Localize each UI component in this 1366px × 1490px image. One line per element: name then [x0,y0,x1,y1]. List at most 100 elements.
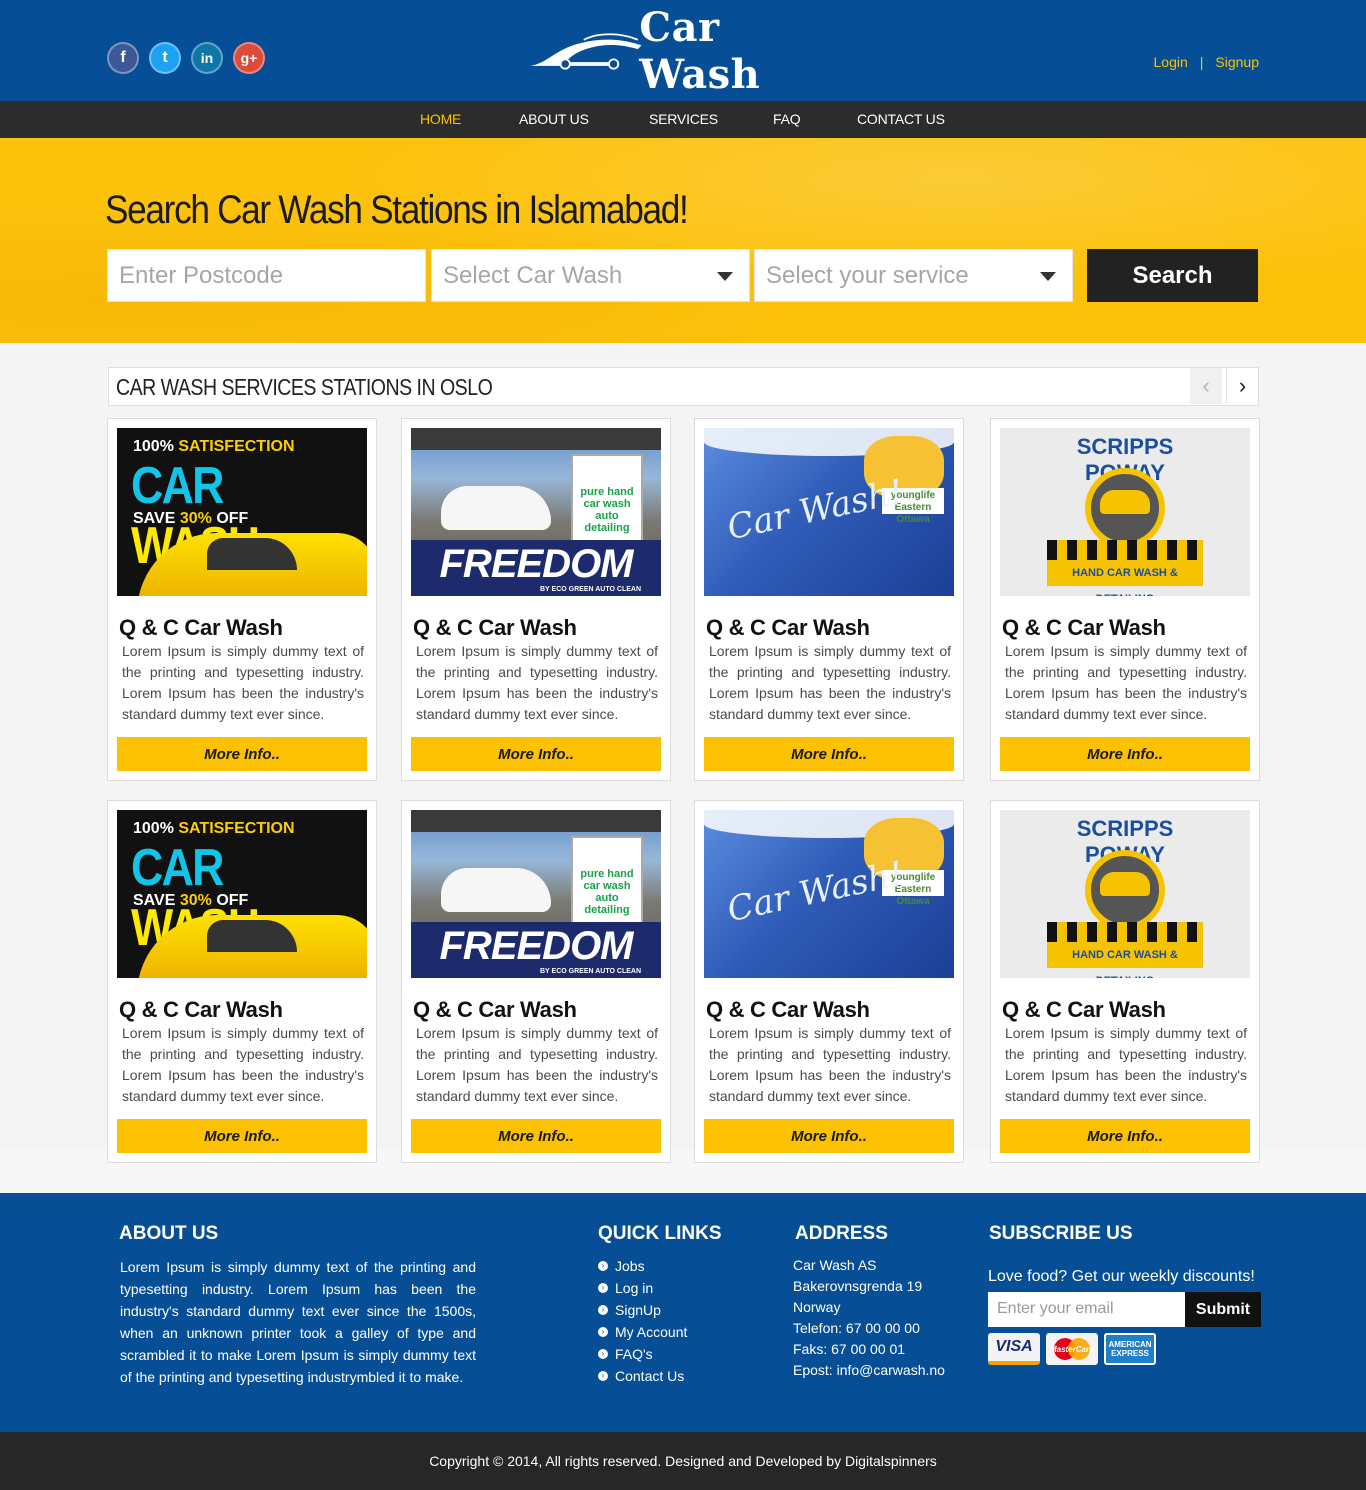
more-info-button[interactable]: More Info.. [1000,737,1250,771]
checkered-band [1047,540,1203,560]
mastercard-icon: MasterCard [1046,1333,1098,1365]
facebook-icon[interactable]: f [107,42,139,74]
card-title[interactable]: Q & C Car Wash [119,615,283,641]
twitter-icon[interactable]: t [149,42,181,74]
more-info-button[interactable]: More Info.. [411,1119,661,1153]
service-select-value: Select your service [766,262,969,289]
more-info-button[interactable]: More Info.. [117,1119,367,1153]
auth-links: Login | Signup [1154,54,1260,70]
white-car-shape [441,486,551,530]
quick-link-signup[interactable]: › SignUp [598,1299,687,1321]
address-fax: Faks: 67 00 00 01 [793,1341,906,1357]
quick-link-label: Log in [615,1280,654,1296]
nav-about-us[interactable]: ABOUT US [519,111,589,127]
canopy-roof [411,810,661,832]
chevron-left-icon[interactable]: ‹ [1190,368,1222,404]
station-card: pure hand car wash auto detailing FREEDO… [401,800,671,1163]
quick-link-login[interactable]: › Log in [598,1277,687,1299]
promo-percent: 100% [133,820,174,837]
subscribe-submit-button[interactable]: Submit [1185,1292,1261,1327]
promo-save: SAVE [133,892,176,909]
chevron-bullet-icon: › [598,1305,608,1315]
card-description: Lorem Ipsum is simply dummy text of the … [416,1025,658,1104]
more-info-button[interactable]: More Info.. [704,737,954,771]
address-line: Bakerovnsgrenda 19 [793,1278,923,1294]
login-link[interactable]: Login [1154,54,1188,70]
google-plus-icon[interactable]: g+ [233,42,265,74]
postcode-input[interactable]: Enter Postcode [107,249,426,302]
taxi-car-shape [1100,872,1150,896]
chevron-bullet-icon: › [598,1261,608,1271]
quick-link-label: Jobs [615,1258,645,1274]
card-description: Lorem Ipsum is simply dummy text of the … [1005,1025,1247,1104]
nav-home[interactable]: HOME [420,111,461,127]
station-card: 100% SATISFECTION CAR WASH SAVE 30% OFF … [107,418,377,781]
dropdown-caret-icon [1040,272,1056,281]
social-links: f t in g+ [107,42,265,74]
more-info-button[interactable]: More Info.. [117,737,367,771]
taxi-car-shape [1100,490,1150,514]
promo-off: OFF [216,892,249,909]
site-logo[interactable]: Car Wash [528,4,840,98]
subscribe-email-input[interactable]: Enter your email [988,1292,1186,1327]
quick-link-jobs[interactable]: › Jobs [598,1255,687,1277]
search-button[interactable]: Search [1087,249,1258,302]
card-title[interactable]: Q & C Car Wash [119,997,283,1023]
more-info-button[interactable]: More Info.. [411,737,661,771]
nav-faq[interactable]: FAQ [773,111,801,127]
quick-link-faqs[interactable]: › FAQ's [598,1343,687,1365]
subscribe-text: Love food? Get our weekly discounts! [988,1268,1255,1285]
promo-save-pct: 30% [179,892,212,909]
mastercard-label: MasterCard [1049,1344,1094,1354]
white-car-shape [441,868,551,912]
hand-wash-sign: pure hand car wash auto detailing [571,836,643,926]
linkedin-icon[interactable]: in [191,42,223,74]
card-description: Lorem Ipsum is simply dummy text of the … [709,1025,951,1104]
car-wash-script-image: younglife Eastern Ottawa Car Wash! [704,810,954,978]
car-wash-script-image: younglife Eastern Ottawa Car Wash! [704,428,954,596]
freedom-sub: BY ECO GREEN AUTO CLEAN [540,586,641,593]
card-description: Lorem Ipsum is simply dummy text of the … [416,643,658,722]
station-card: SCRIPPS POWAY HAND CAR WASH & DETAILING … [990,418,1260,781]
address-line: Car Wash AS [793,1257,877,1273]
service-select[interactable]: Select your service [754,249,1073,302]
hero-title: Search Car Wash Stations in Islamabad! [105,188,689,232]
nav-contact-us[interactable]: CONTACT US [857,111,945,127]
canopy-roof [411,428,661,450]
checkered-band [1047,922,1203,942]
section-title: CAR WASH SERVICES STATIONS IN OSLO [116,374,493,400]
footer-about-text: Lorem Ipsum is simply dummy text of the … [120,1259,476,1385]
chevron-bullet-icon: › [598,1349,608,1359]
promo-satisfection: SATISFECTION [178,820,295,837]
card-title[interactable]: Q & C Car Wash [413,615,577,641]
signup-link[interactable]: Signup [1215,54,1259,70]
more-info-button[interactable]: More Info.. [704,1119,954,1153]
footer-subscribe-title: SUBSCRIBE US [989,1223,1133,1244]
visa-icon: VISA [988,1333,1040,1365]
station-card: pure hand car wash auto detailing FREEDO… [401,418,671,781]
quick-link-my-account[interactable]: › My Account [598,1321,687,1343]
freedom-sub: BY ECO GREEN AUTO CLEAN [540,968,641,975]
card-title[interactable]: Q & C Car Wash [706,615,870,641]
card-title[interactable]: Q & C Car Wash [1002,615,1166,641]
quick-link-contact-us[interactable]: › Contact Us [598,1365,687,1387]
promo-save-pct: 30% [179,510,212,527]
promo-car: CAR [131,839,224,897]
footer-links-title: QUICK LINKS [598,1223,722,1244]
dropdown-caret-icon [717,272,733,281]
logo-text: Car Wash [639,4,761,98]
freedom-car-wash-image: pure hand car wash auto detailing FREEDO… [411,428,661,596]
card-title[interactable]: Q & C Car Wash [706,997,870,1023]
freedom-brand: FREEDOM [439,542,634,586]
nav-services[interactable]: SERVICES [649,111,718,127]
card-description: Lorem Ipsum is simply dummy text of the … [709,643,951,722]
scripps-poway-logo-image: SCRIPPS POWAY HAND CAR WASH & DETAILING [1000,810,1250,978]
more-info-button[interactable]: More Info.. [1000,1119,1250,1153]
card-title[interactable]: Q & C Car Wash [413,997,577,1023]
hand-car-wash-label: HAND CAR WASH & DETAILING [1047,560,1203,596]
station-card: younglife Eastern Ottawa Car Wash! Q & C… [694,418,964,781]
card-title[interactable]: Q & C Car Wash [1002,997,1166,1023]
address-email[interactable]: Epost: info@carwash.no [793,1360,945,1381]
car-wash-select[interactable]: Select Car Wash [431,249,750,302]
chevron-right-icon[interactable]: › [1226,368,1258,404]
